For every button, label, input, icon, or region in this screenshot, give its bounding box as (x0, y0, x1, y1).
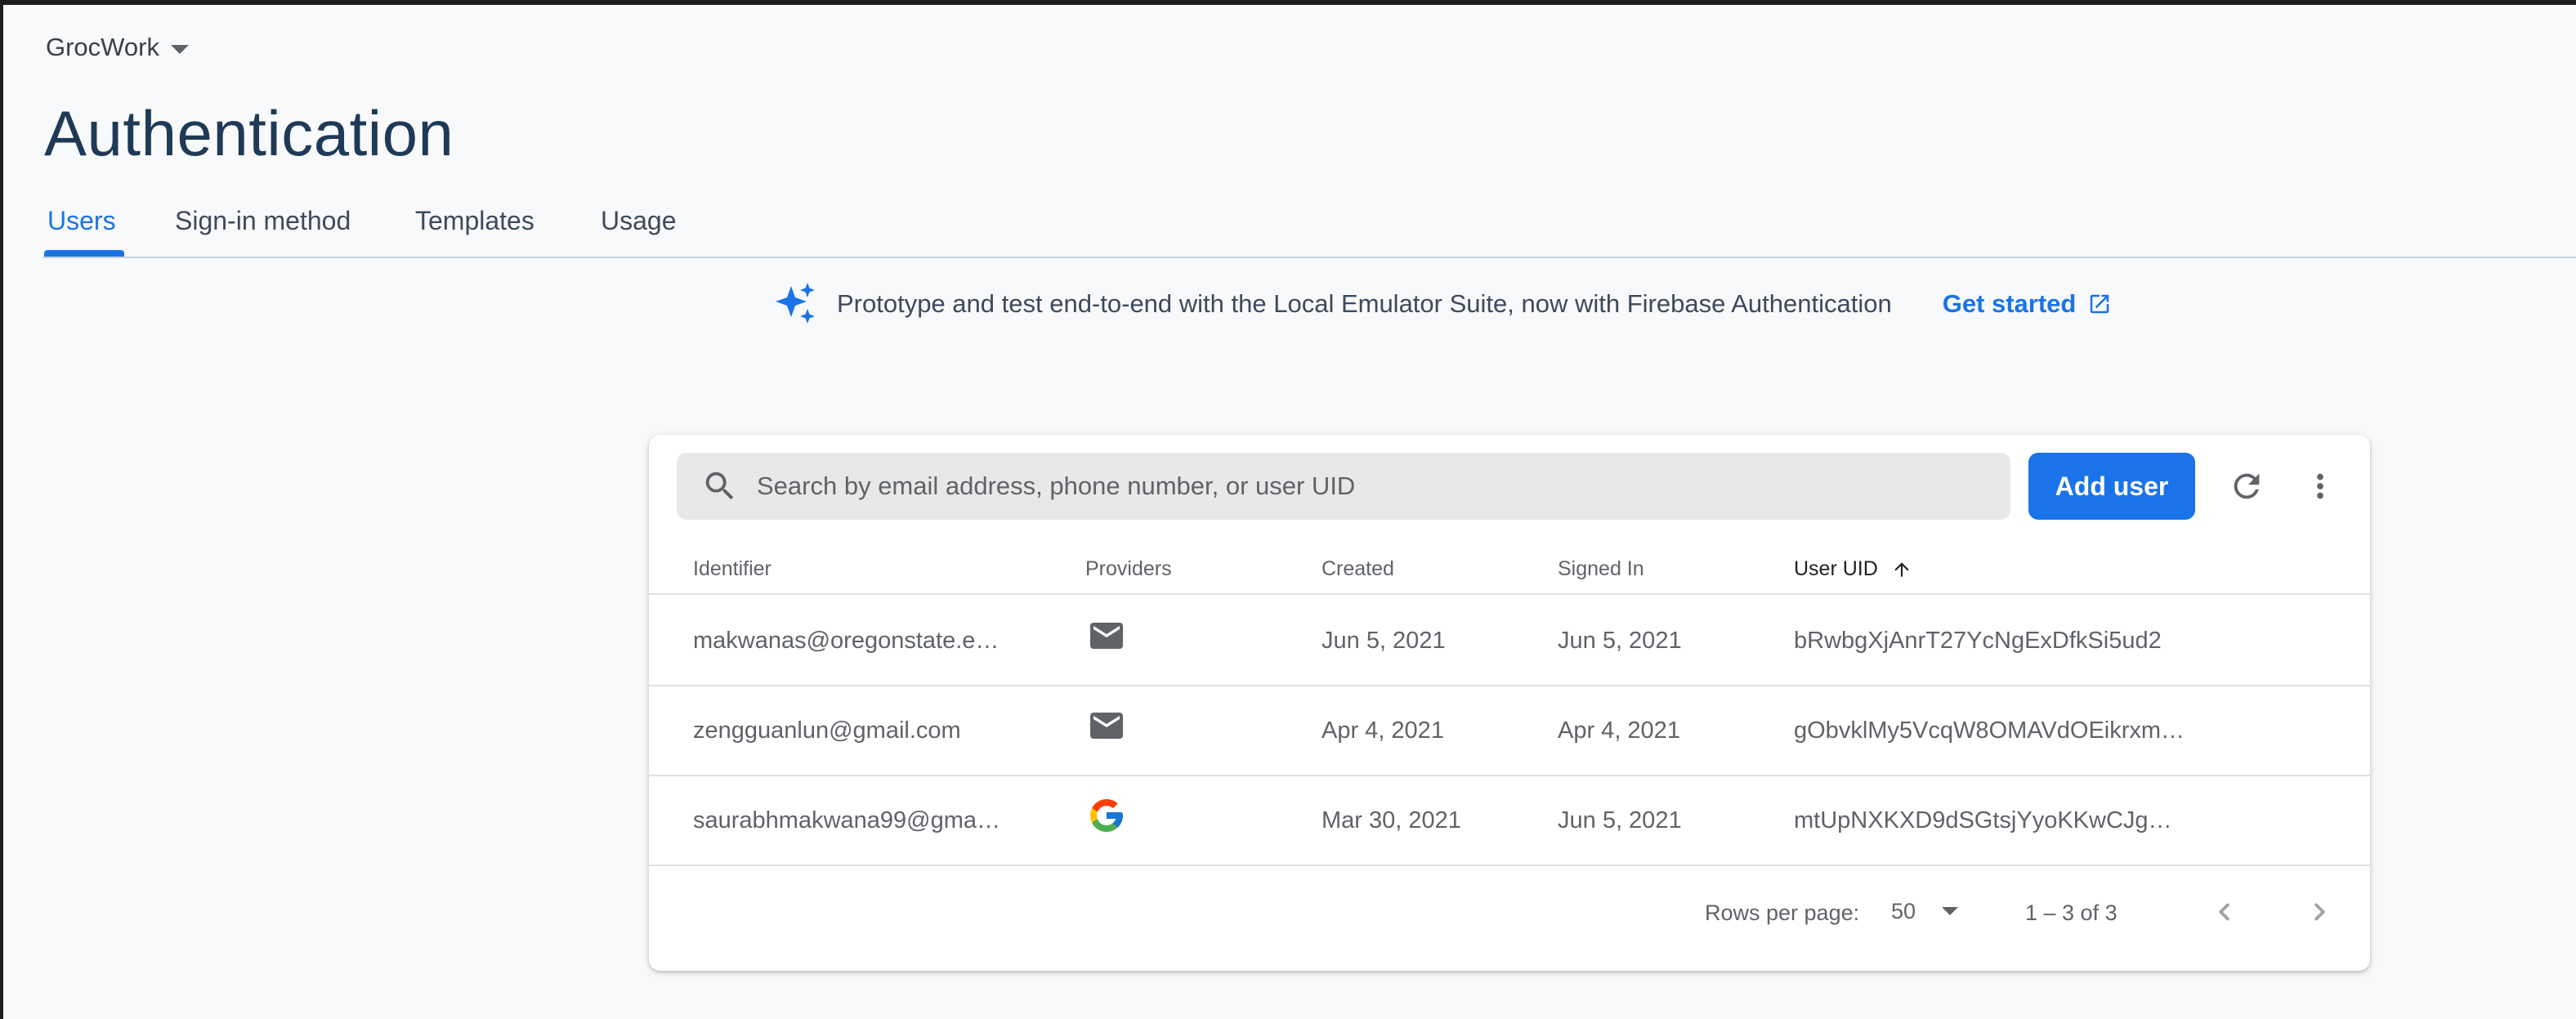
created-cell: Jun 5, 2021 (1322, 628, 1446, 654)
refresh-button[interactable] (2226, 466, 2267, 507)
identifier-cell: saurabhmakwana99@gma… (693, 807, 1001, 834)
chevron-left-icon (2218, 903, 2230, 921)
table-row[interactable]: makwanas@oregonstate.e… Jun 5, 2021 Jun … (649, 597, 2370, 686)
chevron-right-icon (2314, 903, 2326, 921)
column-header-identifier[interactable]: Identifier (693, 557, 771, 581)
more-options-button[interactable] (2300, 466, 2341, 507)
refresh-icon (2234, 473, 2260, 499)
chevron-down-icon (170, 44, 189, 54)
table-header: Identifier Providers Created Signed In U… (649, 539, 2370, 595)
tab-usage[interactable]: Usage (601, 206, 677, 254)
column-header-providers[interactable]: Providers (1085, 557, 1172, 581)
tab-templates[interactable]: Templates (415, 206, 534, 254)
column-header-created[interactable]: Created (1322, 557, 1394, 581)
search-icon (705, 472, 734, 500)
sparkle-icon (776, 283, 815, 324)
search-bar[interactable] (677, 453, 2010, 520)
signed-in-cell: Apr 4, 2021 (1558, 717, 1680, 744)
tab-sign-in-method[interactable]: Sign-in method (175, 206, 351, 254)
search-input[interactable] (757, 472, 1983, 501)
column-header-signed-in[interactable]: Signed In (1558, 557, 1644, 581)
rows-per-page-label: Rows per page: (1705, 901, 1860, 925)
signed-in-cell: Jun 5, 2021 (1558, 628, 1682, 654)
get-started-link[interactable]: Get started (1943, 289, 2113, 319)
more-vert-icon (2317, 473, 2323, 499)
email-icon (1090, 623, 1123, 649)
user-uid-cell: gObvklMy5VcqW8OMAVdOEikrxm… (1794, 717, 2185, 744)
pagination-footer: Rows per page: 50 1 – 3 of 3 (649, 881, 2370, 946)
created-cell: Apr 4, 2021 (1322, 717, 1444, 744)
identifier-cell: zengguanlun@gmail.com (693, 717, 961, 744)
banner-text: Prototype and test end-to-end with the L… (837, 289, 1892, 318)
email-icon (1090, 713, 1123, 739)
get-started-label: Get started (1942, 289, 2077, 318)
user-uid-header-label: User UID (1794, 557, 1878, 580)
user-uid-cell: bRwbgXjAnrT27YcNgExDfkSi5ud2 (1794, 628, 2162, 654)
next-page-button[interactable] (2300, 892, 2339, 932)
rows-per-page-select[interactable]: 50 (1891, 892, 1959, 930)
page-range-label: 1 – 3 of 3 (2025, 901, 2118, 925)
open-in-new-icon (2091, 294, 2109, 314)
tab-bar: Users Sign-in method Templates Usage (42, 203, 2576, 258)
project-name: GrocWork (46, 33, 159, 61)
table-row[interactable]: saurabhmakwana99@gma… Mar 30, 2021 Jun 5… (649, 776, 2370, 866)
users-card: Add user Identifier Providers Created Si… (649, 435, 2370, 971)
project-selector[interactable]: GrocWork (46, 33, 189, 62)
arrow-up-icon (1894, 561, 1909, 577)
table-row[interactable]: zengguanlun@gmail.com Apr 4, 2021 Apr 4,… (649, 686, 2370, 776)
identifier-cell: makwanas@oregonstate.e… (693, 628, 1000, 654)
window-left-edge (0, 0, 3, 1019)
previous-page-button[interactable] (2205, 892, 2244, 932)
user-uid-cell: mtUpNXKXD9dSGtsjYyoKKwCJgP… (1794, 807, 2186, 834)
chevron-down-icon (1942, 907, 1959, 915)
emulator-banner: Prototype and test end-to-end with the L… (773, 279, 2112, 328)
rows-per-page-value: 50 (1891, 898, 1916, 923)
page-title: Authentication (44, 97, 454, 169)
add-user-button[interactable]: Add user (2028, 453, 2195, 520)
tab-users[interactable]: Users (47, 206, 116, 254)
active-tab-indicator (44, 250, 124, 257)
signed-in-cell: Jun 5, 2021 (1558, 807, 1682, 834)
created-cell: Mar 30, 2021 (1322, 807, 1461, 834)
google-icon (1090, 799, 1123, 832)
column-header-user-uid[interactable]: User UID (1794, 557, 1912, 581)
window-top-bar (0, 0, 2576, 5)
